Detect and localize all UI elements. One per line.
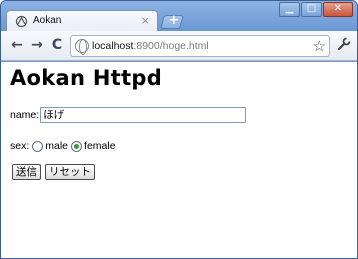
- globe-icon: [75, 39, 89, 55]
- name-input[interactable]: ほげ: [40, 107, 247, 123]
- form-buttons: 送信 リセット: [12, 164, 99, 180]
- female-label: female: [84, 140, 116, 152]
- title-bar: Aokan × + ▁ □ ✕: [1, 1, 357, 32]
- wrench-icon[interactable]: [337, 37, 351, 55]
- forward-arrow-icon[interactable]: →: [29, 37, 45, 53]
- reset-button[interactable]: リセット: [45, 164, 95, 180]
- tab-aokan[interactable]: Aokan ×: [6, 10, 158, 32]
- minimize-button[interactable]: ▁: [279, 2, 300, 17]
- browser-toolbar: ← → C localhost:8900/hoge.html ☆: [1, 31, 357, 61]
- url-path: :8900/hoge.html: [133, 40, 209, 52]
- sex-label: sex:: [10, 140, 30, 152]
- sex-row: sex: male female: [10, 139, 116, 153]
- bookmark-star-icon[interactable]: ☆: [313, 37, 326, 55]
- page-content: Aokan Httpd name: ほげ sex: male female 送信…: [1, 62, 357, 258]
- radio-female[interactable]: [71, 140, 83, 152]
- tab-close-icon[interactable]: ×: [141, 14, 150, 28]
- url-host: localhost: [92, 40, 134, 52]
- radio-male[interactable]: [32, 140, 44, 152]
- page-heading: Aokan Httpd: [10, 66, 163, 90]
- new-tab-button[interactable]: +: [160, 13, 184, 29]
- window-controls: ▁ □ ✕: [278, 2, 353, 18]
- maximize-button[interactable]: □: [301, 2, 322, 17]
- tab-title: Aokan: [33, 15, 62, 26]
- address-bar[interactable]: localhost:8900/hoge.html ☆: [70, 35, 330, 57]
- plus-icon: +: [168, 13, 180, 28]
- close-window-button[interactable]: ✕: [323, 2, 353, 17]
- browser-window: Aokan × + ▁ □ ✕ ← → C localhost:8900/hog…: [0, 0, 358, 259]
- back-arrow-icon[interactable]: ←: [9, 37, 25, 53]
- name-label: name:: [10, 109, 40, 121]
- submit-button[interactable]: 送信: [12, 164, 41, 180]
- reload-icon[interactable]: C: [49, 37, 65, 53]
- name-row: name: ほげ: [10, 106, 247, 124]
- male-label: male: [45, 140, 69, 152]
- url-text: localhost:8900/hoge.html: [92, 40, 209, 52]
- aokan-favicon-icon: [15, 15, 28, 28]
- wrench-shape: [337, 37, 351, 51]
